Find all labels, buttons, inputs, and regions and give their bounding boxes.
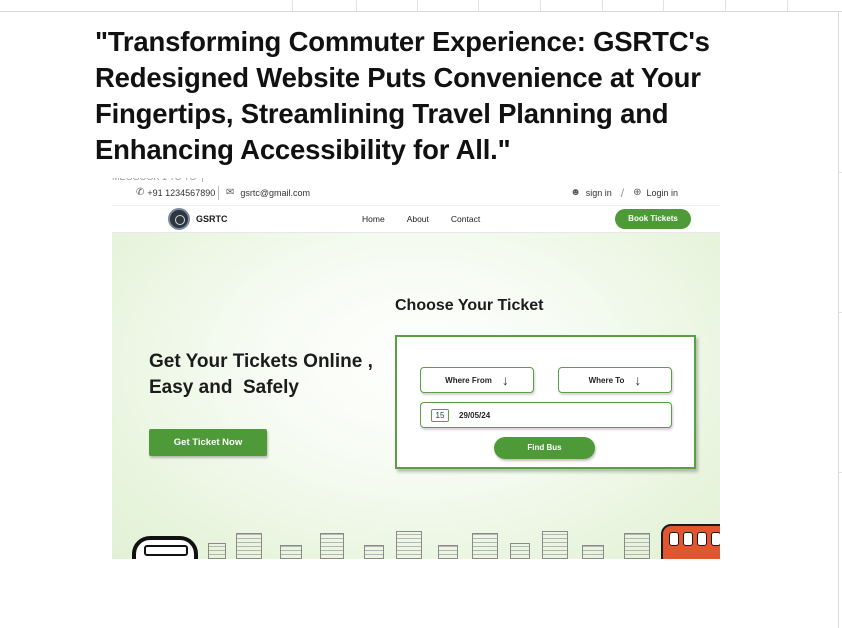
email-address: gsrtc@gmail.com: [240, 188, 311, 198]
where-to-select[interactable]: Where To ↓: [558, 367, 672, 393]
building-icon: [280, 545, 302, 559]
phone-number: +91 1234567890: [147, 188, 216, 198]
bus-window: [683, 532, 693, 546]
bus-icon: [132, 536, 198, 559]
mail-icon: ✉: [226, 187, 235, 198]
date-input[interactable]: 15 29/05/24: [420, 402, 672, 428]
brand-logo[interactable]: GSRTC: [168, 208, 228, 230]
building-icon: [624, 533, 650, 559]
phone-contact: ✆ +91 1234567890: [136, 187, 216, 199]
slash-divider: /: [620, 186, 625, 200]
where-to-label: Where To: [588, 375, 625, 385]
building-icon: [396, 531, 422, 559]
spreadsheet-grid-right: [838, 12, 842, 628]
logo-icon: [168, 208, 190, 230]
building-icon: [320, 533, 344, 559]
building-icon: [542, 531, 568, 559]
nav-about[interactable]: About: [407, 214, 429, 224]
website-screenshot: MEGGOOK 1 TO TO | ✆ +91 1234567890 ✉ gsr…: [112, 178, 720, 559]
building-icon: [236, 533, 262, 559]
nav-home[interactable]: Home: [362, 214, 385, 224]
login-icon: ⊕: [633, 187, 642, 198]
hero-title: Get Your Tickets Online , Easy and Safel…: [149, 349, 409, 401]
brand-name: GSRTC: [196, 214, 228, 224]
get-ticket-button[interactable]: Get Ticket Now: [149, 429, 267, 456]
hero-section: Get Your Tickets Online , Easy and Safel…: [112, 233, 720, 559]
city-skyline: [112, 518, 720, 559]
building-icon: [472, 533, 498, 559]
ticket-form-title: Choose Your Ticket: [395, 297, 544, 314]
where-from-select[interactable]: Where From ↓: [420, 367, 534, 393]
building-icon: [510, 543, 530, 559]
top-bar: ✆ +91 1234567890 ✉ gsrtc@gmail.com ☻ sig…: [112, 184, 720, 206]
login-link[interactable]: Login in: [646, 188, 678, 198]
bus-icon: [661, 524, 720, 559]
divider: [218, 186, 219, 200]
calendar-icon: 15: [431, 408, 449, 422]
nav-contact[interactable]: Contact: [451, 214, 480, 224]
navbar: GSRTC Home About Contact Book Tickets: [112, 206, 720, 233]
spreadsheet-grid-top: [0, 0, 842, 12]
email-contact: ✉ gsrtc@gmail.com: [226, 187, 311, 199]
building-icon: [208, 543, 226, 559]
date-value: 29/05/24: [459, 410, 491, 420]
ticket-form: Where From ↓ Where To ↓ 15 29/05/24 Find…: [395, 335, 696, 469]
building-icon: [582, 545, 604, 559]
phone-icon: ✆: [136, 187, 145, 198]
bus-window: [669, 532, 679, 546]
hero-title-line2: Easy and Safely: [149, 377, 299, 398]
book-tickets-button[interactable]: Book Tickets: [615, 209, 691, 229]
where-from-label: Where From: [445, 375, 492, 385]
cropped-text: MEGGOOK 1 TO TO |: [112, 178, 204, 182]
find-bus-button[interactable]: Find Bus: [494, 437, 595, 459]
arrow-down-icon: ↓: [501, 372, 509, 388]
sign-in-link[interactable]: sign in: [586, 188, 612, 198]
building-icon: [438, 545, 458, 559]
headline: "Transforming Commuter Experience: GSRTC…: [95, 26, 710, 165]
bus-window: [697, 532, 707, 546]
user-icon: ☻: [570, 187, 581, 198]
hero-title-line1: Get Your Tickets Online ,: [149, 351, 373, 372]
arrow-down-icon: ↓: [634, 372, 642, 388]
building-icon: [364, 545, 384, 559]
nav-links: Home About Contact: [362, 214, 480, 224]
bus-window: [711, 532, 720, 546]
auth-links: ☻ sign in / ⊕ Login in: [570, 186, 678, 200]
